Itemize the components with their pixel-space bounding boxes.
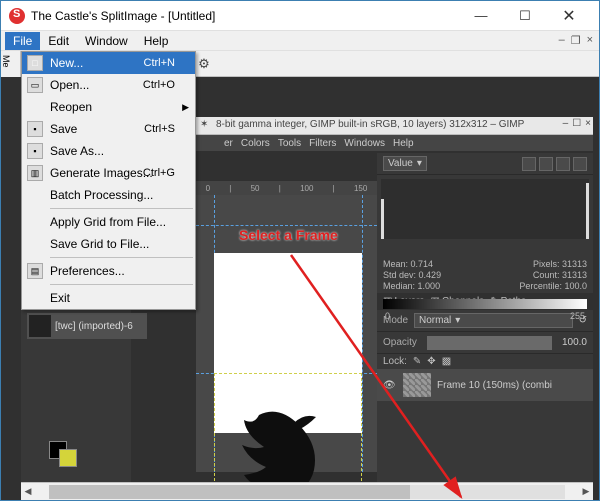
imported-thumbnail: [29, 315, 51, 337]
inner-menu-item[interactable]: Colors: [241, 138, 270, 149]
menu-new[interactable]: □New...Ctrl+N: [22, 52, 195, 74]
maximize-button[interactable]: ☐: [503, 1, 547, 30]
menu-save-grid[interactable]: Save Grid to File...: [22, 233, 195, 255]
preferences-icon: ▤: [27, 263, 43, 279]
mdi-controls: – ❐ ×: [559, 34, 593, 47]
menu-help[interactable]: Help: [136, 32, 177, 50]
menu-edit[interactable]: Edit: [40, 32, 77, 50]
chevron-down-icon: ▾: [417, 158, 422, 169]
panel-icon[interactable]: [556, 157, 570, 171]
new-icon: □: [27, 55, 43, 71]
menu-batch-processing[interactable]: Batch Processing...: [22, 184, 195, 206]
open-icon: ▭: [27, 77, 43, 93]
opacity-value: 100.0: [562, 337, 587, 348]
titlebar: The Castle's SplitImage - [Untitled] — ☐…: [1, 1, 599, 31]
gradient-max: 255: [570, 311, 585, 321]
histogram: [381, 179, 589, 239]
value-dropdown[interactable]: Value▾: [383, 156, 427, 171]
menu-generate-images[interactable]: ▥Generate Images...Ctrl+G: [22, 162, 195, 184]
scroll-left-icon[interactable]: ◀: [21, 486, 35, 497]
app-window: The Castle's SplitImage - [Untitled] — ☐…: [0, 0, 600, 501]
close-button[interactable]: ✕: [547, 1, 591, 30]
tool-gear-icon[interactable]: ⚙: [193, 53, 215, 75]
annotation-arrow: [281, 249, 481, 500]
menu-open[interactable]: ▭Open...Ctrl+O: [22, 74, 195, 96]
menu-reopen[interactable]: Reopen▶: [22, 96, 195, 118]
inner-menu-item[interactable]: Tools: [278, 138, 301, 149]
inner-max-icon[interactable]: ☐: [572, 118, 581, 129]
inner-window-title: ✶ 8-bit gamma integer, GIMP built-in sRG…: [196, 117, 593, 135]
file-menu-dropdown: □New...Ctrl+N ▭Open...Ctrl+O Reopen▶ ▪Sa…: [21, 51, 196, 310]
guide-horizontal: [196, 225, 377, 226]
panel-menu-icon[interactable]: [573, 157, 587, 171]
imported-label: [twc] (imported)-6: [55, 321, 133, 332]
scroll-right-icon[interactable]: ▶: [579, 486, 593, 497]
menu-preferences[interactable]: ▤Preferences...: [22, 260, 195, 282]
inner-menu-item[interactable]: Windows: [344, 138, 385, 149]
mdi-close-icon[interactable]: ×: [587, 34, 593, 47]
menu-save[interactable]: ▪SaveCtrl+S: [22, 118, 195, 140]
inner-menu-item[interactable]: Filters: [309, 138, 336, 149]
inner-close-icon[interactable]: ×: [585, 118, 591, 129]
menu-window[interactable]: Window: [77, 32, 136, 50]
horizontal-ruler: 0|50|100|150: [196, 181, 377, 195]
app-icon: [9, 8, 25, 24]
background-color[interactable]: [59, 449, 77, 467]
color-swatch[interactable]: [49, 441, 79, 465]
minimize-button[interactable]: —: [459, 1, 503, 30]
menu-save-as[interactable]: ▪Save As...: [22, 140, 195, 162]
inner-min-icon[interactable]: –: [563, 118, 569, 129]
mdi-restore-icon[interactable]: ❐: [571, 34, 581, 47]
panel-icon[interactable]: [522, 157, 536, 171]
menu-file[interactable]: File: [5, 32, 40, 50]
menu-exit[interactable]: Exit: [22, 287, 195, 309]
menu-separator: [50, 284, 193, 285]
inner-menu-item[interactable]: Help: [393, 138, 414, 149]
inner-menu-item[interactable]: er: [224, 138, 233, 149]
menu-separator: [50, 208, 193, 209]
window-title: The Castle's SplitImage - [Untitled]: [31, 9, 459, 23]
save-icon: ▪: [27, 121, 43, 137]
save-as-icon: ▪: [27, 143, 43, 159]
generate-icon: ▥: [27, 165, 43, 181]
annotation-text: Select a Frame: [239, 227, 338, 243]
menu-apply-grid[interactable]: Apply Grid from File...: [22, 211, 195, 233]
mdi-min-icon[interactable]: –: [559, 34, 565, 47]
menu-separator: [50, 257, 193, 258]
inner-menubar: er Colors Tools Filters Windows Help: [196, 135, 593, 151]
imported-layer-entry[interactable]: [twc] (imported)-6: [27, 313, 147, 339]
panel-icon[interactable]: [539, 157, 553, 171]
menubar: File Edit Window Help – ❐ ×: [1, 31, 599, 51]
submenu-arrow-icon: ▶: [182, 102, 189, 113]
